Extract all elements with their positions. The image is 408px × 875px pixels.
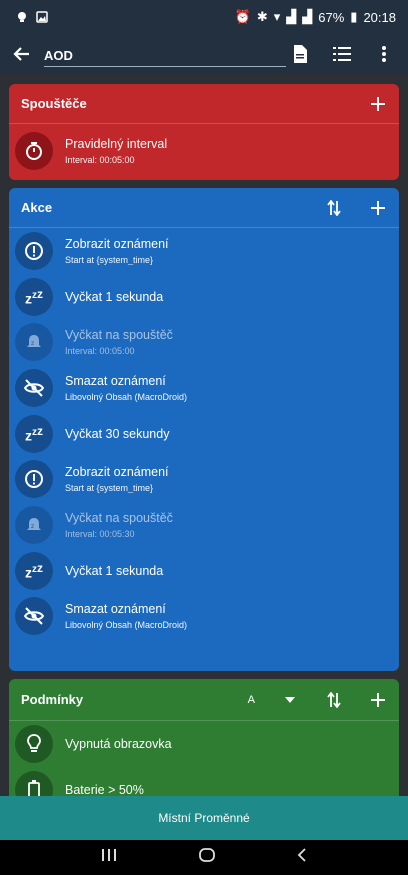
- app-bar: AOD: [0, 34, 408, 74]
- back-arrow-icon[interactable]: [10, 42, 34, 66]
- dropdown-arrow-icon[interactable]: [281, 691, 299, 709]
- action-label: Zobrazit oznámení: [65, 236, 169, 251]
- svg-text:z: z: [31, 340, 34, 347]
- macro-editor: Spouštěče Pravidelný interval Interval: …: [0, 74, 408, 796]
- sleep-zzz-icon: zzz: [15, 551, 53, 590]
- condition-label: Vypnutá obrazovka: [65, 736, 172, 751]
- sleep-zzz-icon: zzz: [15, 277, 53, 316]
- trigger-item[interactable]: Pravidelný interval Interval: 00:05:00: [9, 124, 399, 178]
- eye-off-icon: [15, 368, 53, 407]
- conditions-title: Podmínky: [21, 692, 84, 707]
- action-item[interactable]: z Vyčkat na spouštěč Interval: 00:05:00: [9, 319, 399, 365]
- status-bar: ⏰ ✱ ▾ ▟ ▟ 67% ▮ 20:18: [0, 0, 408, 34]
- recents-icon[interactable]: [101, 848, 117, 867]
- sleep-zzz-icon: zzz: [15, 414, 53, 453]
- action-sub: Libovolný Obsah (MacroDroid): [65, 391, 188, 402]
- back-icon[interactable]: [297, 848, 307, 867]
- conditions-section: Podmínky A Vypnutá obrazovka Baterie > 5…: [9, 679, 399, 796]
- wifi-icon: ▾: [273, 9, 281, 24]
- logic-operator[interactable]: A: [248, 691, 255, 709]
- trigger-sub: Interval: 00:05:00: [65, 155, 135, 165]
- signal-icon-2: ▟: [302, 9, 313, 24]
- action-item[interactable]: zzz Vyčkat 1 sekunda: [9, 274, 399, 320]
- action-sub: Start at {system_time}: [65, 483, 154, 494]
- triggers-title: Spouštěče: [21, 96, 87, 111]
- battery-icon: [15, 770, 53, 796]
- trigger-label: Pravidelný interval: [65, 137, 168, 151]
- action-label: Vyčkat na spouštěč: [65, 328, 173, 343]
- reorder-arrows-icon[interactable]: [325, 199, 343, 217]
- add-condition-plus-icon[interactable]: [369, 691, 387, 709]
- action-item[interactable]: Smazat oznámení Libovolný Obsah (MacroDr…: [9, 365, 399, 411]
- action-label: Vyčkat na spouštěč: [65, 510, 173, 525]
- lightbulb-icon: [15, 724, 53, 763]
- add-trigger-plus-icon[interactable]: [369, 95, 387, 113]
- add-action-plus-icon[interactable]: [369, 199, 387, 217]
- action-sub: Start at {system_time}: [65, 254, 154, 265]
- action-label: Smazat oznámení: [65, 373, 166, 388]
- clock: 20:18: [363, 9, 396, 25]
- action-sub: Interval: 00:05:00: [65, 346, 135, 357]
- macro-name-text: AOD: [44, 48, 73, 63]
- action-item[interactable]: Zobrazit oznámení Start at {system_time}: [9, 456, 399, 502]
- conditions-header: Podmínky A: [9, 679, 399, 721]
- exclamation-circle-icon: [15, 460, 53, 499]
- condition-item[interactable]: Baterie > 50%: [9, 767, 399, 796]
- battery-icon: ▮: [350, 9, 358, 24]
- stopwatch-icon: [15, 132, 53, 170]
- battery-percent: 67%: [318, 9, 345, 25]
- alarm-icon: ⏰: [234, 9, 251, 24]
- triggers-section: Spouštěče Pravidelný interval Interval: …: [9, 84, 399, 180]
- image-notification-icon: [36, 11, 48, 23]
- condition-item[interactable]: Vypnutá obrazovka: [9, 721, 399, 767]
- bluetooth-icon: ✱: [256, 9, 268, 24]
- action-sub: Libovolný Obsah (MacroDroid): [65, 620, 188, 631]
- action-item[interactable]: zzz Vyčkat 1 sekunda: [9, 548, 399, 594]
- action-label: Vyčkat 1 sekunda: [65, 289, 164, 304]
- system-nav-bar: [0, 840, 408, 875]
- action-item[interactable]: Zobrazit oznámení Start at {system_time}: [9, 228, 399, 274]
- actions-section: Akce Zobrazit oznámení Start at {system_…: [9, 188, 399, 671]
- action-label: Zobrazit oznámení: [65, 465, 169, 480]
- home-icon[interactable]: [199, 848, 215, 867]
- list-icon[interactable]: [332, 44, 352, 64]
- action-item[interactable]: z Vyčkat na spouštěč Interval: 00:05:30: [9, 502, 399, 548]
- actions-header: Akce: [9, 188, 399, 228]
- triggers-header: Spouštěče: [9, 84, 399, 124]
- actions-title: Akce: [21, 200, 53, 215]
- more-vert-icon[interactable]: [374, 44, 394, 64]
- bulb-notification-icon: [16, 11, 28, 23]
- macro-name-field[interactable]: AOD: [44, 41, 286, 67]
- bell-sleep-icon: z: [15, 505, 53, 544]
- signal-icon: ▟: [286, 9, 297, 24]
- eye-off-icon: [15, 597, 53, 636]
- action-label: Vyčkat 30 sekundy: [65, 426, 170, 441]
- action-sub: Interval: 00:05:30: [65, 528, 135, 539]
- local-variables-button[interactable]: Místní Proměnné: [0, 796, 408, 840]
- local-variables-label: Místní Proměnné: [158, 811, 250, 825]
- action-label: Vyčkat 1 sekunda: [65, 563, 164, 578]
- svg-text:z: z: [31, 523, 34, 530]
- action-label: Smazat oznámení: [65, 602, 166, 617]
- bell-sleep-icon: z: [15, 323, 53, 362]
- description-icon[interactable]: [290, 44, 310, 64]
- action-item[interactable]: Smazat oznámení Libovolný Obsah (MacroDr…: [9, 594, 399, 640]
- reorder-arrows-icon[interactable]: [325, 691, 343, 709]
- action-item[interactable]: zzz Vyčkat 30 sekundy: [9, 411, 399, 457]
- exclamation-circle-icon: [15, 231, 53, 270]
- condition-label: Baterie > 50%: [65, 782, 144, 796]
